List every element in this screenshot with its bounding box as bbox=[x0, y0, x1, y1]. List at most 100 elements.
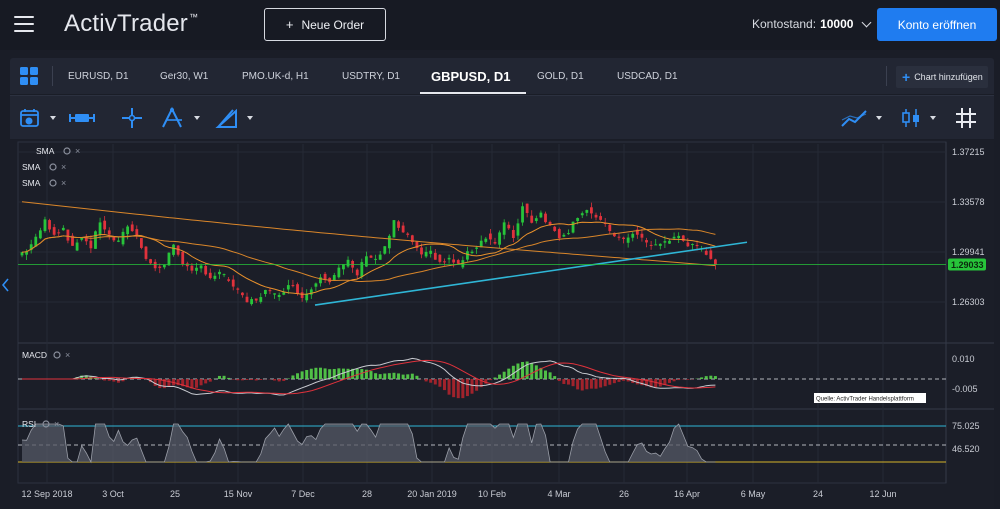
candle-body bbox=[576, 218, 580, 222]
x-tick-label: 4 Mar bbox=[547, 489, 570, 499]
drawing-tool[interactable] bbox=[215, 104, 253, 132]
candle-body bbox=[213, 275, 217, 279]
chart-line-icon bbox=[841, 110, 867, 127]
candle-body bbox=[470, 251, 474, 254]
candle-body bbox=[139, 238, 143, 248]
macd-histogram-bar bbox=[553, 376, 557, 379]
fibonacci-tool[interactable] bbox=[160, 104, 200, 132]
candle-body bbox=[640, 233, 644, 238]
macd-tick-label: -0.005 bbox=[952, 384, 978, 394]
candle-body bbox=[511, 230, 515, 239]
tab-ger30[interactable]: Ger30, W1 bbox=[160, 58, 208, 94]
tab-gold[interactable]: GOLD, D1 bbox=[537, 58, 584, 94]
chevron-down-icon bbox=[50, 116, 56, 120]
tab-pmo-uk[interactable]: PMO.UK-d, H1 bbox=[242, 58, 309, 94]
candle-body bbox=[291, 285, 295, 287]
chart-type-tool[interactable] bbox=[900, 104, 936, 132]
candle-body bbox=[130, 224, 134, 232]
x-tick-label: 7 Dec bbox=[291, 489, 315, 499]
chevron-down-icon bbox=[876, 116, 882, 120]
sma-label: SMA bbox=[36, 146, 55, 156]
candle-body bbox=[273, 293, 276, 295]
candle-body bbox=[387, 235, 391, 249]
candle-body bbox=[484, 238, 488, 242]
measure-tool[interactable] bbox=[68, 104, 96, 132]
balance-value: 10000 bbox=[820, 17, 854, 31]
candle-body bbox=[296, 284, 299, 294]
settings-icon bbox=[49, 179, 57, 187]
macd-histogram-bar bbox=[383, 373, 387, 379]
candle-body bbox=[649, 244, 653, 246]
candle-body bbox=[263, 289, 267, 295]
macd-label: MACD bbox=[22, 350, 47, 360]
macd-histogram-bar bbox=[713, 376, 717, 379]
candle-body bbox=[227, 279, 231, 281]
candle-body bbox=[709, 250, 713, 259]
layout-grid-icon[interactable] bbox=[20, 67, 38, 85]
candle-body bbox=[521, 206, 524, 223]
macd-histogram-bar bbox=[314, 367, 318, 379]
candle-body bbox=[314, 283, 318, 287]
calendar-tool[interactable] bbox=[18, 104, 56, 132]
candle-body bbox=[43, 219, 47, 232]
grid-toggle[interactable] bbox=[954, 104, 978, 132]
sma-label: SMA bbox=[22, 178, 41, 188]
candle-body bbox=[66, 229, 70, 241]
new-order-button[interactable]: + Neue Order bbox=[264, 8, 386, 41]
candle-body bbox=[594, 214, 598, 218]
candle-body bbox=[507, 224, 511, 229]
candle-body bbox=[332, 275, 336, 281]
candle-body bbox=[162, 264, 166, 268]
candle-body bbox=[282, 292, 286, 295]
macd-histogram-bar bbox=[300, 371, 304, 379]
candle-body bbox=[167, 252, 171, 266]
sma-line-fast bbox=[21, 221, 716, 295]
candle-body bbox=[245, 296, 249, 303]
open-account-button[interactable]: Konto eröffnen bbox=[877, 8, 997, 41]
rsi-label: RSI bbox=[22, 419, 36, 429]
candle-body bbox=[672, 236, 676, 239]
candle-body bbox=[254, 298, 258, 301]
chart-area[interactable]: SMA × SMA × SMA × MACD × Quelle: ActivTrader Ha… bbox=[10, 140, 994, 509]
tab-gbpusd[interactable]: GBPUSD, D1 bbox=[431, 58, 510, 94]
crosshair-tool[interactable] bbox=[120, 104, 144, 132]
macd-histogram-bar bbox=[107, 379, 111, 381]
chevron-left-icon[interactable] bbox=[2, 278, 10, 292]
candle-body bbox=[433, 252, 437, 260]
macd-histogram-bar bbox=[309, 368, 313, 379]
tab-usdtry[interactable]: USDTRY, D1 bbox=[342, 58, 400, 94]
tab-eurusd[interactable]: EURUSD, D1 bbox=[68, 58, 129, 94]
candle-body bbox=[525, 203, 529, 214]
top-bar: ActivTrader™ + Neue Order Kontostand: 10… bbox=[0, 0, 1000, 50]
x-tick-label: 24 bbox=[813, 489, 823, 499]
candlestick-icon bbox=[902, 109, 919, 127]
macd-histogram-bar bbox=[378, 374, 382, 379]
candle-body bbox=[300, 292, 304, 298]
macd-histogram-bar bbox=[217, 375, 221, 379]
macd-histogram-bar bbox=[204, 379, 208, 384]
macd-histogram-bar bbox=[608, 379, 612, 385]
x-tick-label: 25 bbox=[170, 489, 180, 499]
candle-body bbox=[231, 279, 235, 287]
menu-icon[interactable] bbox=[14, 16, 34, 32]
chevron-down-icon bbox=[930, 116, 936, 120]
account-balance[interactable]: Kontostand: 10000 bbox=[752, 17, 872, 31]
indicator-tool[interactable] bbox=[840, 104, 882, 132]
candle-body bbox=[52, 227, 56, 235]
add-chart-button[interactable]: + Chart hinzufügen bbox=[896, 66, 988, 88]
macd-histogram-bar bbox=[167, 379, 171, 387]
price-chart[interactable]: SMA × SMA × SMA × MACD × Quelle: ActivTrader Ha… bbox=[10, 140, 994, 509]
close-icon: × bbox=[65, 350, 70, 360]
candle-body bbox=[493, 242, 497, 244]
rsi-area bbox=[22, 424, 716, 462]
candle-body bbox=[218, 271, 221, 275]
candle-body bbox=[346, 259, 350, 267]
tab-usdcad[interactable]: USDCAD, D1 bbox=[617, 58, 678, 94]
candle-body bbox=[452, 259, 456, 263]
candle-body bbox=[48, 220, 51, 230]
candle-body bbox=[397, 221, 400, 228]
sma-label: SMA bbox=[22, 162, 41, 172]
macd-histogram-bar bbox=[566, 379, 570, 385]
candle-body bbox=[107, 230, 111, 235]
plus-icon: + bbox=[285, 17, 294, 32]
